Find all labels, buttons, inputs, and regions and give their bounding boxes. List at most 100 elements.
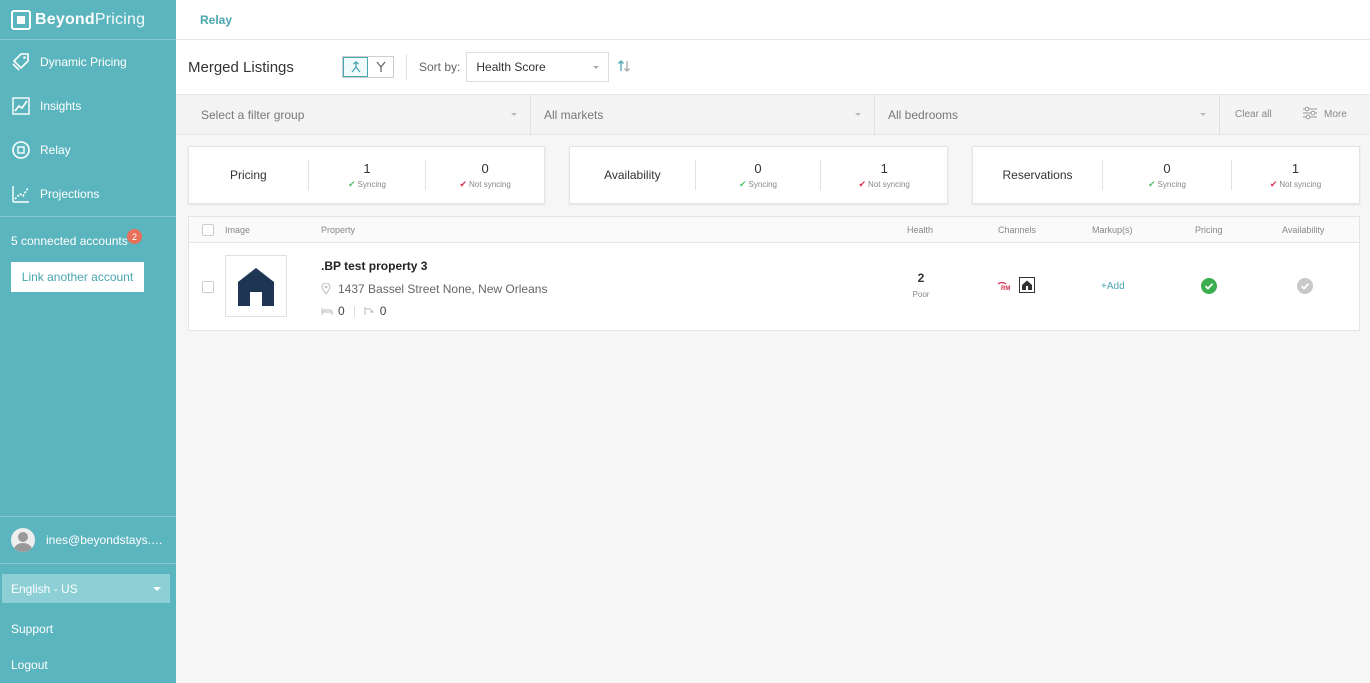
brand[interactable]: BeyondPricing — [0, 0, 176, 40]
health-score-value: 2 — [917, 271, 925, 285]
breadcrumb: Relay — [176, 0, 1370, 40]
nav-item-relay[interactable]: Relay — [0, 128, 176, 172]
merge-icon — [350, 61, 361, 73]
sort-value: Health Score — [476, 60, 546, 74]
stat-not-syncing-count: 0 — [481, 160, 489, 176]
user-menu[interactable]: ines@beyondstays.… — [0, 516, 176, 564]
availability-stat-card: Availability 0 ✔ Syncing 1 ✔ Not syncing — [569, 146, 948, 204]
bed-icon — [321, 308, 333, 315]
page-title: Merged Listings — [188, 58, 294, 76]
stat-syncing-count: 0 — [1163, 160, 1171, 176]
language-select[interactable]: English - US — [2, 574, 170, 603]
check-icon: ✔ — [1147, 178, 1156, 189]
toolbar: Merged Listings Sort by: Health Score — [176, 40, 1370, 95]
stat-not-syncing: 1 ✔ Not syncing — [1232, 160, 1359, 190]
sidebar: BeyondPricing Dynamic Pricing Insights R… — [0, 0, 176, 683]
stat-label: Pricing — [189, 160, 309, 190]
nav-label: Dynamic Pricing — [40, 55, 127, 69]
check-icon: ✔ — [459, 178, 468, 189]
main-nav: Dynamic Pricing Insights Relay Projectio… — [0, 40, 176, 217]
accounts-badge: 2 — [127, 229, 142, 244]
divider — [353, 305, 355, 317]
split-icon — [375, 61, 386, 72]
availability-status-check-icon — [1297, 278, 1313, 299]
property-name[interactable]: .BP test property 3 — [321, 259, 427, 273]
sort-direction-icon[interactable] — [617, 59, 631, 76]
header-property[interactable]: Property — [321, 225, 355, 235]
avatar — [11, 528, 35, 552]
stat-syncing: 0 ✔ Syncing — [1103, 160, 1232, 190]
check-icon: ✔ — [347, 178, 356, 189]
location-pin-icon — [321, 283, 331, 295]
stat-not-syncing: 0 ✔ Not syncing — [426, 160, 544, 190]
not-syncing-label: Not syncing — [469, 179, 511, 189]
brand-name: BeyondPricing — [35, 10, 146, 28]
brand-logo-icon — [11, 9, 31, 30]
chevron-down-icon — [855, 113, 861, 116]
not-syncing-label: Not syncing — [868, 179, 910, 189]
user-email: ines@beyondstays.… — [46, 533, 163, 547]
table-header: Image Property Health Channels Markup(s)… — [189, 217, 1359, 243]
svg-text:RM: RM — [1001, 286, 1010, 292]
filter-group-placeholder: Select a filter group — [201, 107, 305, 122]
bedrooms-select[interactable]: All bedrooms — [875, 94, 1220, 135]
header-markups: Markup(s) — [1092, 225, 1133, 235]
more-filters-button[interactable]: More — [1302, 106, 1347, 123]
add-markup-button[interactable]: +Add — [1101, 281, 1125, 292]
relay-icon — [11, 140, 31, 160]
logout-link[interactable]: Logout — [0, 647, 176, 683]
chevron-down-icon — [511, 113, 517, 116]
stat-syncing-count: 0 — [754, 160, 762, 176]
header-availability: Availability — [1282, 225, 1325, 235]
channel-rm-icon[interactable]: RM — [997, 279, 1015, 297]
bathroom-count: 0 — [379, 304, 387, 318]
stat-not-syncing: 1 ✔ Not syncing — [821, 160, 947, 190]
row-checkbox[interactable] — [202, 281, 214, 293]
property-image[interactable] — [225, 255, 287, 317]
check-icon: ✔ — [1269, 178, 1278, 189]
pricing-status-check-icon — [1201, 278, 1217, 299]
chevron-down-icon — [153, 586, 161, 591]
split-view-button[interactable] — [368, 57, 393, 77]
check-icon: ✔ — [858, 178, 867, 189]
merged-view-button[interactable] — [343, 57, 368, 77]
bath-icon — [364, 307, 374, 315]
listings-table: Image Property Health Channels Markup(s)… — [188, 216, 1360, 331]
stat-syncing: 1 ✔ Syncing — [309, 160, 427, 190]
nav-label: Projections — [40, 187, 100, 201]
nav-item-dynamic-pricing[interactable]: Dynamic Pricing — [0, 40, 176, 84]
table-row[interactable]: .BP test property 3 1437 Bassel Street N… — [189, 243, 1359, 330]
filter-bar: Select a filter group All markets All be… — [176, 94, 1370, 135]
health-score-label: Poor — [912, 290, 930, 299]
nav-label: Insights — [40, 99, 82, 113]
nav-item-insights[interactable]: Insights — [0, 84, 176, 128]
sort-select[interactable]: Health Score — [466, 52, 610, 82]
header-health[interactable]: Health — [907, 225, 933, 235]
house-icon — [238, 268, 274, 306]
link-account-button[interactable]: Link another account — [11, 262, 144, 292]
header-image: Image — [225, 225, 251, 235]
chevron-down-icon — [1200, 113, 1206, 116]
select-all-checkbox[interactable] — [202, 224, 214, 236]
chevron-down-icon — [593, 65, 600, 69]
divider — [406, 54, 407, 80]
property-meta: 0 0 — [321, 304, 386, 318]
connected-accounts-label: 5 connected accounts — [11, 234, 128, 248]
tag-icon — [11, 52, 31, 72]
stat-not-syncing-count: 1 — [880, 160, 888, 176]
stat-syncing: 0 ✔ Syncing — [696, 160, 822, 190]
clear-all-button[interactable]: Clear all — [1220, 109, 1285, 120]
more-label: More — [1324, 109, 1347, 120]
breadcrumb-relay[interactable]: Relay — [200, 13, 232, 27]
markets-select[interactable]: All markets — [531, 94, 875, 135]
bedroom-count: 0 — [338, 304, 345, 318]
stat-label: Availability — [570, 160, 696, 190]
not-syncing-label: Not syncing — [1279, 179, 1322, 189]
syncing-label: Syncing — [1157, 179, 1186, 189]
property-address: 1437 Bassel Street None, New Orleans — [321, 282, 547, 296]
sidebar-bottom: ines@beyondstays.… English - US Support … — [0, 516, 176, 683]
channel-home-icon[interactable] — [1019, 277, 1035, 298]
nav-item-projections[interactable]: Projections — [0, 172, 176, 216]
support-link[interactable]: Support — [0, 611, 176, 647]
filter-group-select[interactable]: Select a filter group — [176, 94, 531, 135]
